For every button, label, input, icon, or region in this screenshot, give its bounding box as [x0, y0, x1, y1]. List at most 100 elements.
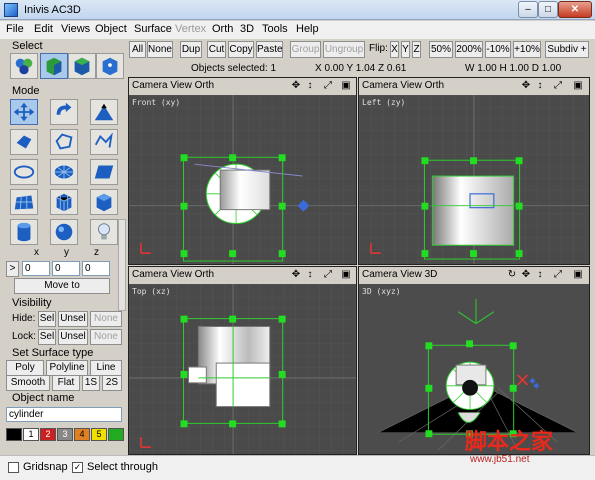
- top-viewport-canvas[interactable]: [129, 284, 356, 454]
- left-viewport-canvas[interactable]: [359, 95, 589, 264]
- surface-line-button[interactable]: Line: [90, 360, 122, 376]
- maximize-view-icon[interactable]: ▣: [339, 79, 353, 93]
- rotate-mode-tool[interactable]: [50, 99, 78, 125]
- maximize-view-icon[interactable]: ▣: [571, 79, 585, 93]
- menu-object[interactable]: Object: [95, 23, 127, 35]
- select-all-button[interactable]: All: [129, 41, 146, 58]
- front-viewport-canvas[interactable]: [129, 95, 356, 264]
- box-create-tool[interactable]: [50, 189, 78, 215]
- top-viewport[interactable]: Camera View Orth ✥ ↕ ⤢ ▣ Top (xz): [128, 266, 357, 455]
- menu-edit[interactable]: Edit: [34, 23, 53, 35]
- flip-z-button[interactable]: Z: [412, 41, 421, 58]
- select-group-tool[interactable]: [10, 53, 38, 79]
- pan-arrows-icon[interactable]: ✥: [289, 79, 303, 93]
- zoom-arrows-icon[interactable]: ↕: [533, 268, 547, 282]
- coord-apply-button[interactable]: >: [6, 261, 19, 277]
- menu-3d[interactable]: 3D: [240, 23, 254, 35]
- menu-help[interactable]: Help: [296, 23, 319, 35]
- ungroup-button[interactable]: Ungroup: [323, 41, 365, 58]
- scale-minus-10-button[interactable]: -10%: [485, 41, 511, 58]
- lock-unsel-button[interactable]: Unsel: [58, 329, 88, 345]
- front-viewport[interactable]: Camera View Orth ✥ ↕ ⤢ ▣ Front (xy): [128, 77, 357, 265]
- cut-button[interactable]: Cut: [207, 41, 226, 58]
- menu-surface[interactable]: Surface: [134, 23, 172, 35]
- ellipse-create-tool[interactable]: [10, 159, 38, 185]
- flip-y-button[interactable]: Y: [401, 41, 410, 58]
- copy-button[interactable]: Copy: [228, 41, 254, 58]
- surface-1s-button[interactable]: 1S: [82, 375, 100, 391]
- zoom-arrows-icon[interactable]: ↕: [303, 79, 317, 93]
- plane-create-tool[interactable]: [10, 129, 38, 155]
- maximize-view-icon[interactable]: ▣: [339, 268, 353, 282]
- sphere-create-tool[interactable]: [50, 219, 78, 245]
- lock-none-button[interactable]: None: [90, 329, 122, 345]
- rectangle-create-tool[interactable]: [90, 159, 118, 185]
- camera-reset-icon[interactable]: ⤢: [321, 79, 335, 93]
- hide-sel-button[interactable]: Sel: [38, 311, 56, 327]
- surface-2s-button[interactable]: 2S: [102, 375, 122, 391]
- move-to-button[interactable]: Move to: [14, 278, 110, 294]
- select-vertex-tool[interactable]: [96, 53, 124, 79]
- select-through-checkbox[interactable]: ✓: [72, 462, 83, 473]
- surface-smooth-button[interactable]: Smooth: [6, 375, 50, 391]
- surface-flat-button[interactable]: Flat: [52, 375, 80, 391]
- hide-unsel-button[interactable]: Unsel: [58, 311, 88, 327]
- left-viewport-menu[interactable]: Camera View Orth: [362, 80, 444, 91]
- hide-none-button[interactable]: None: [90, 311, 122, 327]
- surface-polyline-button[interactable]: Polyline: [46, 360, 88, 376]
- cylinder-create-tool[interactable]: [10, 219, 38, 245]
- left-viewport[interactable]: Camera View Orth ✥ ↕ ⤢ ▣ Left (zy): [358, 77, 590, 265]
- disk-create-tool[interactable]: [50, 159, 78, 185]
- gridsnap-checkbox[interactable]: [8, 462, 19, 473]
- coord-x-input[interactable]: 0: [22, 261, 50, 276]
- front-viewport-menu[interactable]: Camera View Orth: [132, 80, 214, 91]
- polygon-create-tool[interactable]: [50, 129, 78, 155]
- subdivide-button[interactable]: Subdiv +: [545, 41, 589, 58]
- minimize-button[interactable]: –: [518, 1, 538, 18]
- select-surface-tool[interactable]: [68, 53, 96, 79]
- maximize-button[interactable]: □: [538, 1, 558, 18]
- zoom-arrows-icon[interactable]: ↕: [533, 79, 547, 93]
- palette-swatch[interactable]: 3: [57, 428, 73, 441]
- surface-poly-button[interactable]: Poly: [6, 360, 44, 376]
- palette-swatch[interactable]: 4: [74, 428, 90, 441]
- scale-plus-10-button[interactable]: +10%: [513, 41, 541, 58]
- object-name-input[interactable]: cylinder: [6, 407, 122, 422]
- maximize-view-icon[interactable]: ▣: [571, 268, 585, 282]
- move-mode-tool[interactable]: [10, 99, 38, 125]
- coord-z-input[interactable]: 0: [82, 261, 110, 276]
- camera-reset-icon[interactable]: ⤢: [321, 268, 335, 282]
- light-create-tool[interactable]: [90, 219, 118, 245]
- cube-create-tool[interactable]: [90, 189, 118, 215]
- rotate-view-icon[interactable]: ↻: [505, 268, 519, 282]
- zoom-200-button[interactable]: 200%: [455, 41, 483, 58]
- menu-vertex[interactable]: Vertex: [175, 23, 206, 35]
- scale-mode-tool[interactable]: [90, 99, 118, 125]
- menu-views[interactable]: Views: [61, 23, 90, 35]
- menu-file[interactable]: File: [6, 23, 24, 35]
- group-button[interactable]: Group: [290, 41, 321, 58]
- paste-button[interactable]: Paste: [256, 41, 283, 58]
- pan-arrows-icon[interactable]: ✥: [519, 79, 533, 93]
- select-object-tool[interactable]: [40, 53, 68, 79]
- left-panel-scrollbar[interactable]: [118, 219, 126, 311]
- palette-swatch[interactable]: 5: [91, 428, 107, 441]
- duplicate-button[interactable]: Dup: [180, 41, 202, 58]
- close-button[interactable]: ✕: [558, 1, 592, 18]
- grid-mesh-tool[interactable]: [10, 189, 38, 215]
- palette-swatch[interactable]: [108, 428, 124, 441]
- pan-arrows-icon[interactable]: ✥: [519, 268, 533, 282]
- camera-reset-icon[interactable]: ⤢: [551, 268, 565, 282]
- palette-swatch[interactable]: 1: [23, 428, 39, 441]
- perspective-viewport-menu[interactable]: Camera View 3D: [362, 269, 437, 280]
- camera-reset-icon[interactable]: ⤢: [551, 79, 565, 93]
- flip-x-button[interactable]: X: [390, 41, 399, 58]
- coord-y-input[interactable]: 0: [52, 261, 80, 276]
- palette-swatch[interactable]: [6, 428, 22, 441]
- zoom-arrows-icon[interactable]: ↕: [303, 268, 317, 282]
- pan-arrows-icon[interactable]: ✥: [289, 268, 303, 282]
- top-viewport-menu[interactable]: Camera View Orth: [132, 269, 214, 280]
- menu-tools[interactable]: Tools: [262, 23, 288, 35]
- select-none-button[interactable]: None: [147, 41, 173, 58]
- palette-swatch[interactable]: 2: [40, 428, 56, 441]
